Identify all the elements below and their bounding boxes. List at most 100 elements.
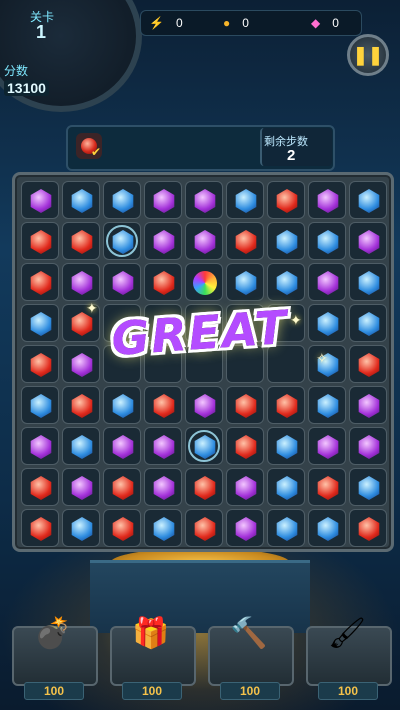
board-cell[interactable] bbox=[185, 263, 223, 301]
board-cell[interactable] bbox=[308, 386, 346, 424]
board-cell[interactable] bbox=[62, 263, 100, 301]
board-cell[interactable] bbox=[308, 304, 346, 342]
red-gem-icon bbox=[30, 353, 52, 377]
board-cell[interactable] bbox=[226, 181, 264, 219]
resource-gem[interactable]: ◆ 0 bbox=[311, 14, 339, 32]
purple-gem-icon bbox=[317, 435, 339, 459]
board-cell[interactable] bbox=[62, 509, 100, 547]
board-cell[interactable] bbox=[349, 468, 387, 506]
board-cell[interactable] bbox=[103, 386, 141, 424]
board-cell[interactable] bbox=[308, 222, 346, 260]
purple-gem-icon bbox=[153, 230, 175, 254]
board-cell[interactable] bbox=[21, 263, 59, 301]
board-cell[interactable] bbox=[103, 468, 141, 506]
sparkle-icon: ✧ bbox=[316, 350, 328, 366]
resource-gold[interactable]: ● 0 bbox=[223, 14, 249, 32]
booster-count: 100 bbox=[220, 682, 280, 700]
board-cell[interactable] bbox=[308, 468, 346, 506]
board-cell[interactable] bbox=[308, 181, 346, 219]
blue-gem-icon bbox=[276, 271, 298, 295]
board-cell[interactable] bbox=[267, 386, 305, 424]
board-cell[interactable] bbox=[144, 386, 182, 424]
board-cell[interactable] bbox=[349, 222, 387, 260]
booster-bomb[interactable]: 💣 100 bbox=[12, 612, 98, 702]
purple-gem-icon bbox=[317, 271, 339, 295]
board-cell[interactable] bbox=[103, 509, 141, 547]
booster-brush[interactable]: 🖌 100 bbox=[306, 612, 392, 702]
board-cell[interactable] bbox=[185, 509, 223, 547]
board-cell[interactable] bbox=[144, 509, 182, 547]
red-gem-icon bbox=[71, 230, 93, 254]
board-cell[interactable] bbox=[349, 427, 387, 465]
board-cell[interactable] bbox=[308, 263, 346, 301]
gold-coin-icon: ● bbox=[223, 16, 231, 30]
board-cell[interactable] bbox=[62, 427, 100, 465]
board-cell[interactable] bbox=[185, 427, 223, 465]
board-cell[interactable] bbox=[21, 509, 59, 547]
board-cell[interactable] bbox=[308, 427, 346, 465]
board-cell[interactable] bbox=[267, 509, 305, 547]
board-cell[interactable] bbox=[226, 386, 264, 424]
board-cell[interactable] bbox=[21, 386, 59, 424]
board-cell[interactable] bbox=[349, 304, 387, 342]
board-cell[interactable] bbox=[349, 509, 387, 547]
board-cell[interactable] bbox=[21, 345, 59, 383]
board-cell[interactable] bbox=[103, 427, 141, 465]
purple-gem-icon bbox=[112, 435, 134, 459]
board-cell[interactable] bbox=[62, 222, 100, 260]
board-cell[interactable] bbox=[226, 509, 264, 547]
red-gem-icon bbox=[235, 435, 257, 459]
purple-gem-icon bbox=[30, 435, 52, 459]
board-cell[interactable] bbox=[185, 222, 223, 260]
board-cell[interactable] bbox=[62, 345, 100, 383]
board-cell[interactable] bbox=[267, 181, 305, 219]
blue-gem-icon bbox=[358, 476, 380, 500]
blue-gem-icon bbox=[276, 476, 298, 500]
board-cell[interactable] bbox=[185, 468, 223, 506]
board-cell[interactable] bbox=[185, 181, 223, 219]
board-cell[interactable] bbox=[103, 263, 141, 301]
board-cell[interactable] bbox=[103, 181, 141, 219]
board-cell[interactable] bbox=[21, 304, 59, 342]
board-cell[interactable] bbox=[62, 181, 100, 219]
resource-lightning[interactable]: ⚡ 0 bbox=[149, 14, 183, 32]
booster-swap[interactable]: 🎁 100 bbox=[110, 612, 196, 702]
board-cell[interactable] bbox=[21, 222, 59, 260]
board-cell[interactable] bbox=[62, 468, 100, 506]
booster-hammer[interactable]: 🔨 100 bbox=[208, 612, 294, 702]
board-cell[interactable] bbox=[267, 468, 305, 506]
board-cell[interactable] bbox=[226, 222, 264, 260]
board-cell[interactable] bbox=[267, 222, 305, 260]
board-cell[interactable] bbox=[308, 509, 346, 547]
red-gem-icon bbox=[112, 517, 134, 541]
moves-value: 2 bbox=[287, 147, 296, 164]
board-cell[interactable] bbox=[349, 263, 387, 301]
board-cell[interactable] bbox=[144, 468, 182, 506]
board-cell[interactable] bbox=[103, 222, 141, 260]
pause-button[interactable]: ❚❚ bbox=[347, 34, 389, 76]
blue-gem-icon bbox=[30, 394, 52, 418]
board-cell[interactable] bbox=[267, 427, 305, 465]
board-cell[interactable] bbox=[349, 345, 387, 383]
board-cell[interactable] bbox=[349, 181, 387, 219]
gem-box-icon: 🎁 bbox=[132, 616, 170, 650]
board-cell[interactable] bbox=[21, 468, 59, 506]
board-cell[interactable] bbox=[21, 427, 59, 465]
blue-gem-icon bbox=[358, 189, 380, 213]
blue-gem-icon bbox=[30, 312, 52, 336]
board-cell[interactable] bbox=[144, 222, 182, 260]
board-cell[interactable] bbox=[226, 468, 264, 506]
board-cell[interactable] bbox=[144, 263, 182, 301]
board-cell[interactable] bbox=[185, 386, 223, 424]
board-cell[interactable] bbox=[62, 386, 100, 424]
red-gem-icon bbox=[71, 394, 93, 418]
board-cell[interactable] bbox=[349, 386, 387, 424]
purple-gem-icon bbox=[153, 476, 175, 500]
gold-count: 0 bbox=[242, 16, 249, 30]
board-cell[interactable] bbox=[21, 181, 59, 219]
board-cell[interactable] bbox=[144, 427, 182, 465]
purple-gem-icon bbox=[71, 271, 93, 295]
blue-gem-icon bbox=[317, 394, 339, 418]
board-cell[interactable] bbox=[226, 427, 264, 465]
board-cell[interactable] bbox=[144, 181, 182, 219]
